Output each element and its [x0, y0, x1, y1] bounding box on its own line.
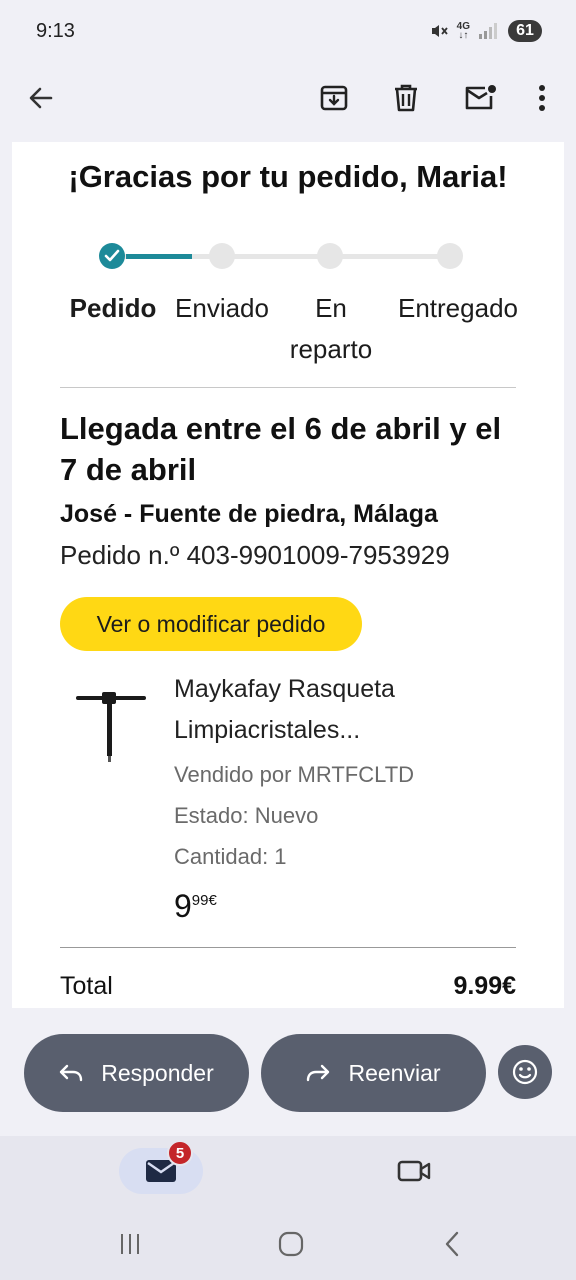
greeting-heading: ¡Gracias por tu pedido, Maria! — [68, 159, 508, 194]
email-toolbar — [0, 62, 576, 134]
mark-unread-button[interactable] — [458, 76, 502, 120]
forward-icon — [307, 1064, 330, 1082]
arrival-window: Llegada entre el 6 de abril y el 7 de ab… — [60, 411, 502, 487]
view-or-modify-order-button[interactable]: Ver o modificar pedido — [60, 597, 362, 651]
recent-apps-button[interactable] — [110, 1226, 150, 1262]
back-button[interactable] — [19, 76, 63, 120]
home-icon — [278, 1231, 304, 1257]
archive-icon — [320, 85, 348, 111]
home-button[interactable] — [271, 1226, 311, 1262]
email-content: ¡Gracias por tu pedido, Maria! Pedido En… — [36, 142, 540, 1008]
more-vert-icon — [539, 85, 545, 111]
step-shipped-label: Enviado — [175, 293, 269, 323]
status-bar: 9:13 4G ↓↑ 61 — [0, 0, 576, 62]
order-number: Pedido n.º 403-9901009-7953929 — [60, 540, 450, 570]
emoji-reaction-button[interactable] — [498, 1045, 552, 1099]
arrow-back-icon — [29, 87, 53, 109]
product-quantity: Cantidad: 1 — [174, 844, 287, 869]
smiley-icon — [512, 1059, 538, 1085]
delete-button[interactable] — [384, 76, 428, 120]
step-delivered-label: Entregado — [398, 293, 518, 323]
progress-fill — [126, 254, 192, 259]
product-title-link[interactable]: Maykafay Rasqueta Limpiacristales... — [174, 669, 504, 751]
nav-mail-tab[interactable]: 5 — [119, 1140, 203, 1194]
recent-apps-icon — [121, 1234, 139, 1254]
check-icon — [104, 249, 120, 262]
archive-button[interactable] — [312, 76, 356, 120]
trash-icon — [395, 84, 417, 112]
email-body: ¡Gracias por tu pedido, Maria! Pedido En… — [12, 142, 564, 1008]
status-icons: 4G ↓↑ 61 — [429, 20, 542, 42]
chevron-left-icon — [445, 1231, 459, 1257]
video-camera-icon — [397, 1160, 431, 1182]
reply-icon — [60, 1064, 83, 1082]
step-out-for-delivery-dot — [317, 243, 343, 269]
mail-unread-icon — [465, 85, 496, 110]
step-ordered-label: Pedido — [69, 293, 157, 323]
bottom-navigation: 5 — [0, 1136, 576, 1280]
product-price: 999€ — [174, 888, 217, 925]
step-out-for-delivery-label: En reparto — [289, 293, 373, 364]
forward-label: Reenviar — [348, 1059, 441, 1086]
unread-count-badge: 5 — [167, 1140, 193, 1166]
shipping-address: José - Fuente de piedra, Málaga — [60, 500, 438, 528]
step-delivered-dot — [437, 243, 463, 269]
system-back-button[interactable] — [432, 1226, 472, 1262]
product-seller: Vendido por MRTFCLTD — [174, 762, 415, 787]
total-label: Total — [60, 972, 113, 1000]
nav-meet-tab[interactable] — [396, 1156, 432, 1186]
mute-icon — [431, 25, 448, 37]
product-condition: Estado: Nuevo — [174, 803, 319, 828]
forward-button[interactable]: Reenviar — [261, 1034, 486, 1112]
step-shipped-dot — [209, 243, 235, 269]
total-divider — [60, 947, 516, 948]
signal-icon — [479, 23, 497, 39]
reply-label: Responder — [101, 1059, 214, 1086]
step-ordered-dot — [99, 243, 125, 269]
status-time: 9:13 — [36, 19, 75, 42]
reply-button[interactable]: Responder — [24, 1034, 249, 1112]
total-value: 9.99€ — [453, 972, 516, 1000]
product-image[interactable] — [74, 684, 150, 768]
network-indicator: 4G ↓↑ — [456, 21, 470, 41]
price-fraction: 99€ — [191, 892, 217, 909]
price-whole: 9 — [174, 888, 192, 924]
more-options-button[interactable] — [520, 76, 564, 120]
divider — [60, 387, 516, 388]
battery-indicator: 61 — [508, 20, 542, 42]
